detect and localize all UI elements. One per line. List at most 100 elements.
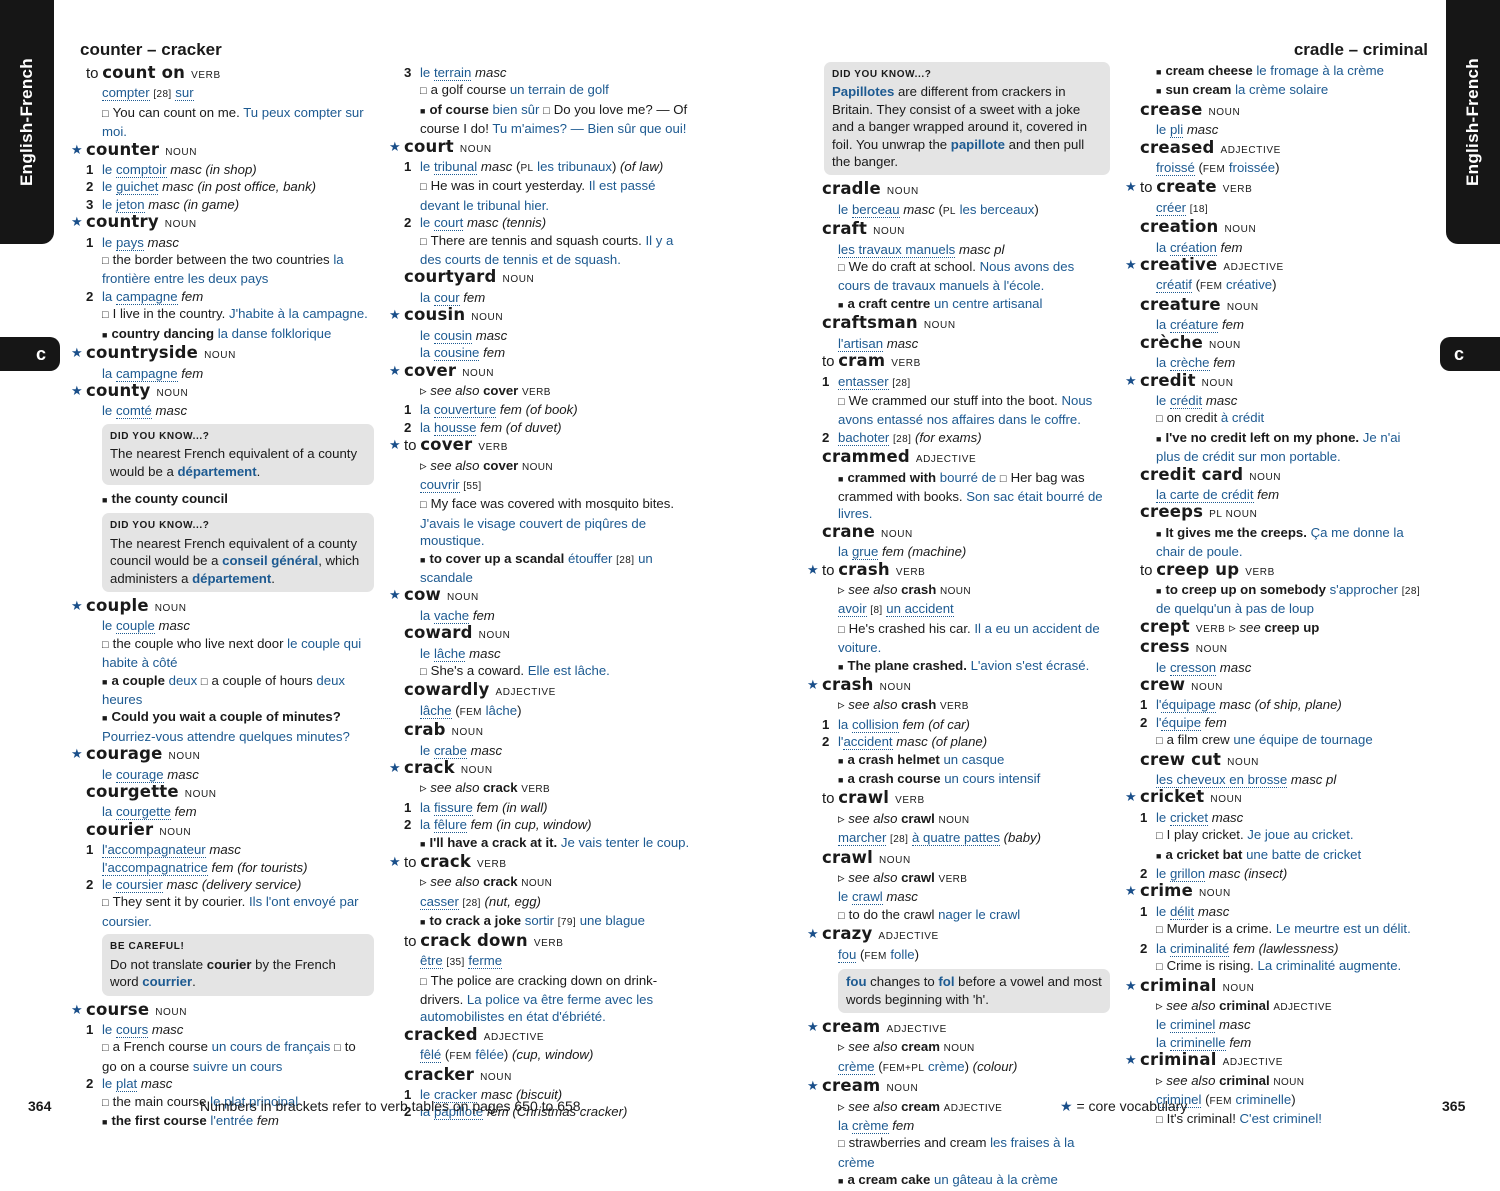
core-vocabulary-star-icon: ★ [71, 345, 83, 361]
entry-cradle: cradle noun le berceau masc (pl les berce… [822, 179, 1039, 218]
entry-cow: ★ cow noun la vache fem [389, 585, 495, 624]
entry-countryside: ★ countryside noun la campagne fem [71, 343, 236, 382]
core-vocabulary-star-icon: ★ [807, 677, 819, 692]
entry-couple: ★ couple noun le couple masc □ the couple w… [71, 595, 362, 744]
entry-credit: ★ credit noun le crédit masc □ on credit à … [1125, 370, 1401, 465]
core-vocabulary-legend: ★ = core vocabulary [1060, 1098, 1188, 1114]
entry-create: ★ to create verb créer [18] [1125, 177, 1253, 216]
entry-crack-down: to crack down verb être [35] ferme □ The p… [404, 930, 658, 1025]
core-vocabulary-star-icon: ★ [1125, 1052, 1137, 1068]
letter-tab-right: c [1440, 337, 1500, 371]
entry-credit-card: credit card noun la carte de crédit fem [1140, 464, 1282, 503]
entry-count-on: to count on verb compter [28] sur □ You ca… [72, 64, 374, 141]
entry-crawl-noun: crawl noun ▹ see also crawl verb le crawl… [808, 848, 1110, 926]
core-vocabulary-star-icon: ★ [1125, 789, 1137, 805]
core-vocabulary-star-icon: ★ [71, 597, 83, 613]
entry-court: ★ court noun 1 le tribunal masc (pl les tri… [389, 136, 674, 268]
entry-courier: courier noun 1 l'accompagnateur masc l'acc… [72, 821, 374, 996]
core-vocabulary-star-icon: ★ [71, 141, 83, 157]
entry-cover-verb: ★ to cover verb ▹ see also cover noun couv… [389, 436, 692, 586]
core-vocabulary-star-icon: ★ [807, 561, 819, 577]
entry-coward: coward noun le lâche masc □ She's a coward… [404, 623, 610, 678]
entry-crime: ★ crime noun 1 le délit masc □ Murder is a c… [1125, 881, 1411, 974]
entry-cousin: ★ cousin noun le cousin masc la cousine fe… [389, 305, 508, 362]
did-you-know-box: Did you know...? The nearest French equi… [102, 423, 374, 485]
entry-crawl-verb: to crawl verb ▹ see also crawl noun march… [808, 789, 1110, 848]
running-head-left: counter – cracker [80, 40, 222, 59]
see-also-link[interactable]: ▹ see also cream noun [822, 1038, 1110, 1057]
see-link[interactable]: ▹ see creep up [1229, 620, 1319, 635]
entry-cricket: ★ cricket noun 1 le cricket masc □ I play cr… [1125, 787, 1362, 883]
entry-courgette: courgette noun la courgette fem [86, 782, 217, 821]
column-2: 3 le terrain masc □ a golf course un terra… [389, 64, 692, 1121]
entry-cream-adjective: ★ cream adjective ▹ see also cream noun cr… [807, 1018, 1110, 1077]
core-vocabulary-star-icon: ★ [1125, 883, 1137, 899]
entry-creased: creased adjective froissé (fem froissée) [1140, 137, 1281, 177]
column-4: ■ cream cheese le fromage à la crème ■ sun… [1125, 62, 1428, 1130]
core-vocabulary-star-icon: ★ [71, 382, 83, 398]
entry-crack-verb: ★ to crack verb ▹ see also crack noun cass… [389, 853, 692, 932]
see-also-link[interactable]: ▹ see also crash verb [822, 696, 1110, 715]
entry-crash-noun: ★ crash noun ▹ see also crash verb 1 la col… [807, 676, 1110, 789]
entry-creation: creation noun la création fem [1140, 217, 1257, 256]
entry-cram: to cram verb 1 entasser [28] □ We crammed o… [822, 351, 1093, 446]
entry-crept: crept verb ▹ see creep up [1140, 616, 1320, 636]
core-vocabulary-star-icon: ★ [71, 1001, 83, 1017]
entry-crack-noun: ★ crack noun ▹ see also crack verb 1 la fis… [389, 759, 692, 853]
see-also-link[interactable]: ▹ see also crawl verb [822, 869, 1110, 888]
see-also-arrow-icon: ▹ [420, 382, 427, 398]
entry-criminal-adjective: ★ criminal adjective ▹ see also criminal n… [1125, 1051, 1428, 1130]
entry-crew: crew noun 1 l'équipage masc (of ship, plan… [1140, 675, 1373, 748]
entry-crab: crab noun le crabe masc [404, 720, 503, 759]
core-vocabulary-star-icon: ★ [389, 587, 401, 603]
core-vocabulary-star-icon: ★ [389, 437, 401, 453]
see-also-link[interactable]: ▹ see also criminal noun [1140, 1072, 1428, 1091]
entry-creche: crèche noun la crèche fem [1140, 332, 1241, 372]
entry-crew-cut: crew cut noun les cheveux en brosse masc … [1140, 749, 1337, 789]
entry-creeps: creeps pl noun ■ It gives me the creeps. Ç… [1140, 502, 1404, 560]
part-of-speech: verb [191, 70, 221, 81]
entry-crash-verb: ★ to crash verb ▹ see also crash noun avoi… [807, 560, 1110, 676]
see-also-link[interactable]: ▹ see also cover noun [404, 457, 692, 476]
example-square-icon: □ [102, 107, 109, 120]
core-vocabulary-star-icon: ★ [1125, 257, 1137, 273]
column-1: to count on verb compter [28] sur □ You ca… [71, 64, 374, 1131]
core-vocabulary-star-icon: ★ [1125, 372, 1137, 388]
usage-note-box: fou changes to fol before a vowel and mo… [838, 969, 1110, 1013]
language-tab-right: English-French [1446, 0, 1500, 244]
entry-craftsman: craftsman noun l'artisan masc [822, 313, 956, 352]
column-3: Did you know...? Papillotes are differen… [807, 62, 1110, 1191]
see-also-link[interactable]: ▹ see also criminal adjective [1140, 997, 1428, 1016]
entry-crane: crane noun la grue fem (machine) [822, 521, 967, 561]
entry-cream-continued: ■ cream cheese le fromage à la crème ■ sun… [1156, 63, 1384, 98]
core-vocabulary-star-icon: ★ [389, 307, 401, 323]
core-vocabulary-star-icon: ★ [389, 362, 401, 378]
entry-crammed: crammed adjective ■ crammed with bourré de… [822, 447, 1103, 522]
see-also-link[interactable]: ▹ see also crack noun [404, 873, 692, 892]
page-number-right: 365 [1442, 1098, 1466, 1114]
entry-cress: cress noun le cresson masc [1140, 637, 1252, 676]
page-number-left: 364 [28, 1098, 52, 1114]
did-you-know-box: Did you know...? The nearest French equi… [102, 513, 374, 592]
core-vocabulary-star-icon: ★ [1125, 977, 1137, 993]
entry-cover-noun: ★ cover noun ▹ see also cover verb 1 la cou… [389, 361, 692, 437]
entry-creative: ★ creative adjective créatif (fem créative… [1125, 255, 1284, 294]
entry-cracked: cracked adjective fêlé (fem fêlée) (cup, … [404, 1024, 594, 1064]
be-careful-box: Be careful! Do not translate courier by … [102, 934, 374, 996]
see-also-link[interactable]: ▹ see also crash noun [822, 581, 1110, 600]
entry-crease: crease noun le pli masc [1140, 99, 1241, 139]
entry-creature: creature noun la créature fem [1140, 294, 1259, 334]
phrase-square-icon: ■ [102, 329, 108, 340]
entry-craft: craft noun les travaux manuels masc pl □ W… [822, 219, 1075, 311]
core-vocabulary-star-icon: ★ [807, 1078, 819, 1094]
did-you-know-box: Did you know...? Papillotes are differen… [824, 62, 1110, 176]
see-also-link[interactable]: ▹ see also crack verb [404, 779, 692, 798]
see-also-link[interactable]: ▹ see also crawl noun [822, 810, 1110, 829]
core-vocabulary-star-icon: ★ [1060, 1098, 1073, 1114]
core-vocabulary-star-icon: ★ [389, 854, 401, 870]
headword: count on [102, 63, 186, 82]
entry-criminal-noun: ★ criminal noun ▹ see also criminal adject… [1125, 976, 1428, 1052]
see-also-link[interactable]: ▹ see also cover verb [404, 382, 692, 401]
running-head-right: cradle – criminal [1293, 40, 1428, 59]
core-vocabulary-star-icon: ★ [807, 926, 819, 942]
